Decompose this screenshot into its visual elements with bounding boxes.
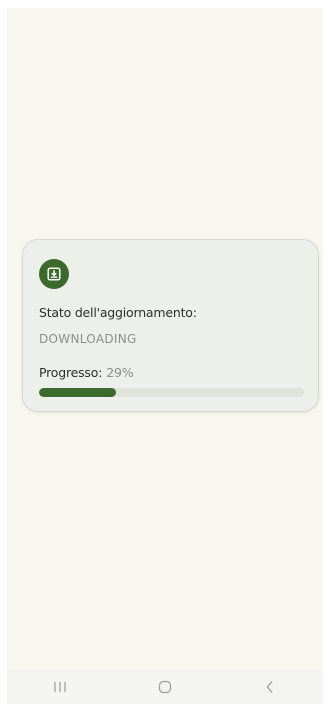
progress-label: Progresso:: [39, 365, 103, 380]
back-icon: [267, 680, 273, 693]
system-navigation-bar: [7, 669, 323, 704]
progress-row: Progresso: 29%: [39, 365, 134, 380]
home-button[interactable]: [135, 672, 195, 702]
update-status-label: Stato dell'aggiornamento:: [39, 305, 197, 320]
app-screen: Stato dell'aggiornamento: DOWNLOADING Pr…: [7, 8, 323, 704]
progress-bar: [39, 388, 304, 397]
recent-apps-button[interactable]: [30, 672, 90, 702]
recent-apps-icon: [54, 681, 66, 692]
home-icon: [158, 680, 172, 693]
progress-bar-fill: [39, 388, 116, 397]
update-status-value: DOWNLOADING: [39, 332, 137, 346]
download-icon: [39, 259, 69, 289]
back-button[interactable]: [240, 672, 300, 702]
progress-value: 29%: [106, 365, 134, 380]
update-status-card: Stato dell'aggiornamento: DOWNLOADING Pr…: [22, 239, 319, 412]
